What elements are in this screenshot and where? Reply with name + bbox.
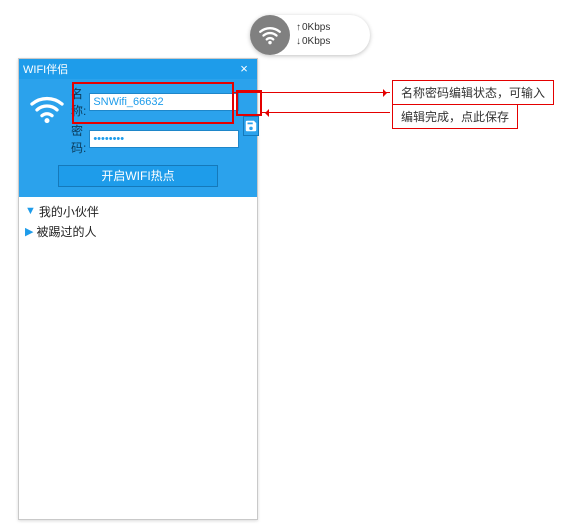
list-item-label: 被踢过的人 — [36, 223, 96, 240]
speed-rates: 0Kbps 0Kbps — [296, 21, 330, 49]
start-wifi-button[interactable]: 开启WIFI热点 — [58, 165, 218, 187]
wifi-large-icon — [27, 89, 67, 129]
upload-rate: 0Kbps — [296, 21, 330, 35]
annotation-callout: 编辑完成，点此保存 — [392, 104, 518, 129]
client-list: ▼ 我的小伙伴 ▶ 被踢过的人 — [19, 197, 257, 245]
header-panel: 名称: 密码: 开启WIFI热点 — [19, 79, 257, 197]
password-input[interactable] — [89, 130, 239, 148]
close-icon[interactable]: × — [235, 60, 253, 78]
password-label: 密码: — [71, 122, 86, 156]
download-rate: 0Kbps — [296, 35, 330, 49]
name-input[interactable] — [89, 93, 239, 111]
disclosure-triangle-icon: ▼ — [25, 205, 36, 217]
annotation-arrow — [262, 112, 390, 113]
name-label: 名称: — [71, 85, 86, 119]
window-title: WIFI伴侣 — [23, 61, 235, 77]
list-item[interactable]: ▼ 我的小伙伴 — [25, 201, 251, 221]
save-icon — [244, 119, 258, 133]
wifi-status-pill: 0Kbps 0Kbps — [250, 15, 370, 55]
annotation-callout: 名称密码编辑状态，可输入 — [392, 80, 554, 105]
list-item[interactable]: ▶ 被踢过的人 — [25, 221, 251, 241]
list-item-label: 我的小伙伴 — [39, 203, 99, 220]
wifi-window: WIFI伴侣 × 名称: 密码: 开启WIFI热点 — [18, 58, 258, 520]
save-button[interactable] — [243, 116, 259, 136]
disclosure-triangle-icon: ▶ — [25, 225, 33, 238]
titlebar: WIFI伴侣 × — [19, 59, 257, 79]
wifi-icon — [250, 15, 290, 55]
